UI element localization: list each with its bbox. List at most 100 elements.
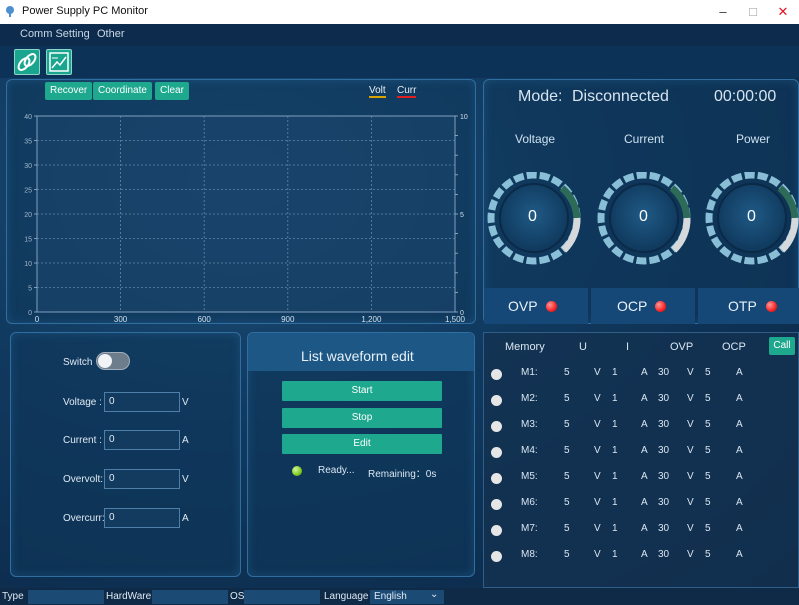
mode-value: Disconnected — [572, 88, 669, 105]
overcurr-unit: A — [182, 513, 189, 524]
list-remaining-text: Remaining：0s — [368, 469, 437, 480]
memory-ocp-value: 5 — [705, 523, 711, 534]
language-select[interactable]: English ⌄ — [370, 589, 444, 604]
output-switch-toggle[interactable] — [96, 352, 130, 370]
memory-row[interactable]: M4: 5 V 1 A 30 V 5 A — [484, 439, 799, 465]
memory-ovp-value: 30 — [658, 393, 670, 404]
list-status-text: Ready... — [318, 465, 355, 476]
memory-slot-name: M2: — [521, 393, 538, 404]
settings-panel: Switch Voltage : 0 V Current : 0 A Overv… — [10, 332, 241, 577]
voltage-value: 0 — [528, 208, 537, 225]
memory-i-value: 1 — [612, 367, 618, 378]
memory-u-value: 5 — [564, 419, 570, 430]
ready-led-icon — [292, 466, 302, 476]
overcurr-field-label: Overcurr: — [63, 513, 105, 524]
chart-view-button[interactable] — [46, 49, 72, 75]
x-tick-label: 300 — [114, 315, 128, 324]
y-left-tick-label: 25 — [24, 188, 32, 195]
overvolt-input[interactable]: 0 — [104, 469, 180, 489]
memory-slot-name: M3: — [521, 419, 538, 430]
memory-ocp-value: 5 — [705, 549, 711, 560]
ovp-led-icon — [546, 301, 557, 312]
memory-row[interactable]: M7: 5 V 1 A 30 V 5 A — [484, 517, 799, 543]
memory-select-radio[interactable] — [491, 447, 502, 458]
call-button[interactable]: Call — [769, 337, 795, 355]
memory-select-radio[interactable] — [491, 421, 502, 432]
memory-row[interactable]: M2: 5 V 1 A 30 V 5 A — [484, 387, 799, 413]
ocp-header: OCP — [722, 341, 746, 353]
y-left-tick-label: 15 — [24, 237, 32, 244]
menu-other[interactable]: Other — [97, 28, 125, 40]
memory-panel: Memory U I OVP OCP Call M1: 5 V 1 A 30 V 5 A M2: 5… — [483, 332, 799, 588]
memory-u-unit: V — [594, 393, 601, 404]
minimize-button[interactable]: – — [708, 0, 738, 24]
memory-u-value: 5 — [564, 445, 570, 456]
memory-ovp-value: 30 — [658, 523, 670, 534]
memory-i-unit: A — [641, 471, 648, 482]
y-left-tick-label: 40 — [24, 114, 32, 121]
os-label: OS — [230, 591, 245, 602]
memory-ocp-value: 5 — [705, 419, 711, 430]
memory-ovp-value: 30 — [658, 471, 670, 482]
close-button[interactable]: ✕ — [768, 0, 798, 24]
y-left-tick-label: 30 — [24, 163, 32, 170]
memory-u-value: 5 — [564, 523, 570, 534]
memory-row[interactable]: M8: 5 V 1 A 30 V 5 A — [484, 543, 799, 569]
mode-label: Mode: — [518, 88, 563, 105]
memory-select-radio[interactable] — [491, 395, 502, 406]
chart-icon — [49, 52, 69, 72]
memory-u-unit: V — [594, 445, 601, 456]
y-left-tick-label: 0 — [28, 310, 32, 317]
memory-u-value: 5 — [564, 367, 570, 378]
start-button[interactable]: Start — [282, 381, 442, 401]
ovp-header: OVP — [670, 341, 694, 353]
memory-i-unit: A — [641, 445, 648, 456]
memory-i-value: 1 — [612, 549, 618, 560]
memory-ovp-unit: V — [687, 471, 694, 482]
memory-u-unit: V — [594, 549, 601, 560]
voltage-input[interactable]: 0 — [104, 392, 180, 412]
chart-panel: Recover Coordinate Clear Volt Curr 0 300 6… — [6, 79, 476, 324]
memory-select-radio[interactable] — [491, 369, 502, 380]
memory-select-radio[interactable] — [491, 473, 502, 484]
stop-button[interactable]: Stop — [282, 408, 442, 428]
memory-row[interactable]: M1: 5 V 1 A 30 V 5 A — [484, 361, 799, 387]
memory-ocp-unit: A — [736, 445, 743, 456]
x-tick-label: 600 — [198, 315, 212, 324]
memory-slot-name: M4: — [521, 445, 538, 456]
y-right-tick-label: 5 — [460, 212, 464, 219]
memory-select-radio[interactable] — [491, 525, 502, 536]
memory-row[interactable]: M6: 5 V 1 A 30 V 5 A — [484, 491, 799, 517]
memory-select-radio[interactable] — [491, 551, 502, 562]
status-panel: Mode: Disconnected 00:00:00 Voltage Curr… — [483, 79, 799, 324]
current-input[interactable]: 0 — [104, 430, 180, 450]
menu-comm-setting[interactable]: Comm Setting — [20, 28, 90, 40]
maximize-button[interactable]: □ — [738, 0, 768, 24]
memory-ovp-value: 30 — [658, 419, 670, 430]
memory-row[interactable]: M5: 5 V 1 A 30 V 5 A — [484, 465, 799, 491]
memory-ocp-value: 5 — [705, 471, 711, 482]
hardware-field — [152, 590, 228, 604]
otp-label: OTP — [728, 298, 757, 314]
memory-u-unit: V — [594, 471, 601, 482]
y-left-tick-label: 10 — [24, 261, 32, 268]
memory-u-value: 5 — [564, 549, 570, 560]
connect-button[interactable] — [14, 49, 40, 75]
memory-ovp-value: 30 — [658, 549, 670, 560]
ocp-indicator: OCP — [591, 288, 695, 324]
app-icon — [6, 6, 14, 17]
memory-i-unit: A — [641, 549, 648, 560]
overcurr-input[interactable]: 0 — [104, 508, 180, 528]
overvolt-unit: V — [182, 474, 189, 485]
i-header: I — [626, 341, 630, 353]
memory-i-value: 1 — [612, 471, 618, 482]
language-value: English — [374, 591, 407, 602]
memory-slot-name: M7: — [521, 523, 538, 534]
edit-button[interactable]: Edit — [282, 434, 442, 454]
memory-ovp-unit: V — [687, 523, 694, 534]
memory-row[interactable]: M3: 5 V 1 A 30 V 5 A — [484, 413, 799, 439]
memory-i-unit: A — [641, 367, 648, 378]
memory-ovp-value: 30 — [658, 445, 670, 456]
memory-select-radio[interactable] — [491, 499, 502, 510]
u-header: U — [579, 341, 587, 353]
